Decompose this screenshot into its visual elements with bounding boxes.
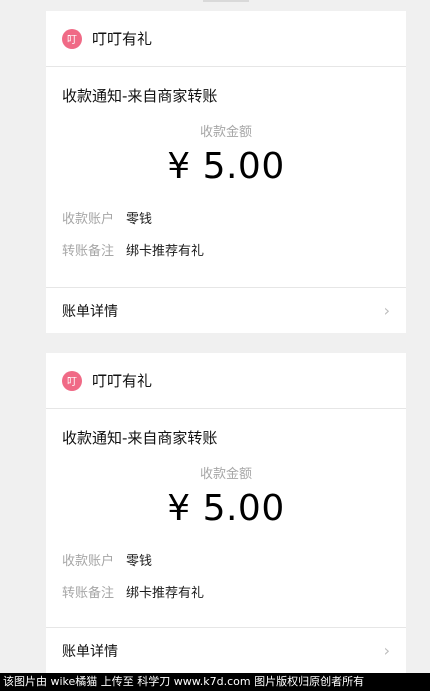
amount-value: ¥ 5.00 xyxy=(167,488,285,529)
card-header[interactable]: 叮 叮叮有礼 xyxy=(46,11,406,67)
brand-name: 叮叮有礼 xyxy=(92,372,153,390)
card-header[interactable]: 叮 叮叮有礼 xyxy=(46,353,406,409)
bill-details-link[interactable]: 账单详情 › xyxy=(46,287,406,333)
chevron-right-icon: › xyxy=(383,301,390,320)
bill-details-label: 账单详情 xyxy=(62,303,118,320)
amount-label: 收款金额 xyxy=(199,467,252,482)
remark-label: 转账备注 xyxy=(62,243,115,259)
notification-title: 收款通知-来自商家转账 xyxy=(62,87,218,105)
chevron-right-icon: › xyxy=(383,641,390,660)
brand-logo-icon: 叮 xyxy=(62,370,82,391)
remark-value: 绑卡推荐有礼 xyxy=(126,585,205,601)
watermark-banner: 该图片由 wike橘猫 上传至 科学刀 www.k7d.com 图片版权归原创者… xyxy=(0,673,430,691)
remark-value: 绑卡推荐有礼 xyxy=(126,243,205,259)
remark-row: 转账备注 绑卡推荐有礼 xyxy=(46,233,406,265)
account-row: 收款账户 零钱 xyxy=(46,201,406,233)
remark-row: 转账备注 绑卡推荐有礼 xyxy=(46,575,406,607)
notification-title: 收款通知-来自商家转账 xyxy=(62,429,218,447)
payment-notification-card: 叮 叮叮有礼 收款通知-来自商家转账 收款金额 ¥ 5.00 收款账户 零钱 转… xyxy=(46,11,406,333)
bill-details-link[interactable]: 账单详情 › xyxy=(46,627,406,673)
account-label: 收款账户 xyxy=(62,211,115,227)
brand-name: 叮叮有礼 xyxy=(92,30,153,48)
top-scroll-indicator xyxy=(203,0,249,2)
amount-label: 收款金额 xyxy=(199,125,252,140)
payment-notification-card: 叮 叮叮有礼 收款通知-来自商家转账 收款金额 ¥ 5.00 收款账户 零钱 转… xyxy=(46,353,406,673)
account-row: 收款账户 零钱 xyxy=(46,543,406,575)
account-value: 零钱 xyxy=(126,211,153,227)
amount-value: ¥ 5.00 xyxy=(167,146,285,187)
account-label: 收款账户 xyxy=(62,553,115,569)
bill-details-label: 账单详情 xyxy=(62,643,118,660)
brand-logo-icon: 叮 xyxy=(62,28,82,49)
account-value: 零钱 xyxy=(126,553,153,569)
remark-label: 转账备注 xyxy=(62,585,115,601)
